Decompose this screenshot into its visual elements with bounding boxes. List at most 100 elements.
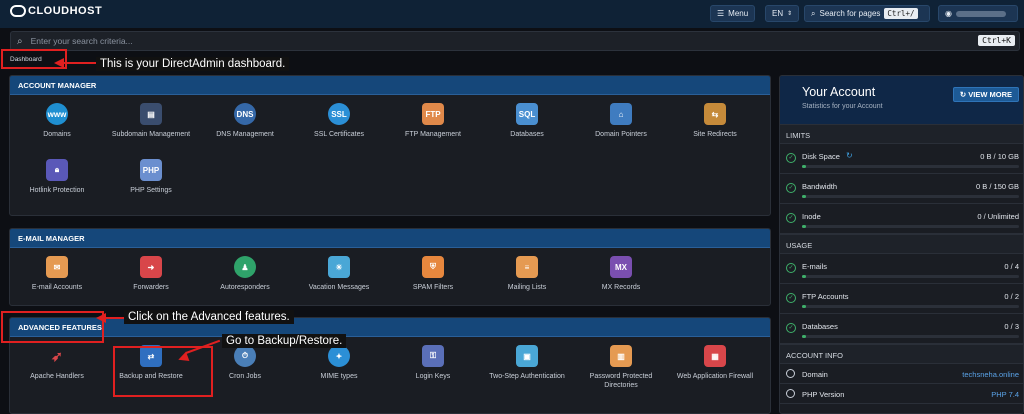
www-globe-icon: www [46,103,68,125]
tile-ssl-certificates[interactable]: SSL SSL Certificates [292,95,386,151]
shortcut-badge: Ctrl+/ [884,8,918,19]
account-subtitle: Statistics for your Account [802,103,883,110]
check-circle-icon: ✓ [786,323,796,333]
tile-apache-handlers[interactable]: ➶ Apache Handlers [10,337,104,393]
advanced-features-highlight [1,311,104,343]
info-row: PHP Version PHP 7.4 [780,384,1023,404]
php-icon [786,389,795,398]
check-circle-icon: ✓ [786,263,796,273]
robot-clock-icon: ⏱ [234,345,256,367]
arrow-icon: ↻ [959,90,969,99]
usage-name: FTP Accounts [802,292,849,301]
annotation-arrow-line [62,62,96,64]
usage-heading: USAGE [780,234,1023,254]
tile-autoresponders[interactable]: ♟ Autoresponders [198,248,292,304]
signpost-icon: ⇆ [704,103,726,125]
check-circle-icon: ✓ [786,183,796,193]
account-manager-panel: ACCOUNT MANAGER www Domains ▤ Subdomain Ma… [9,75,771,216]
hamburger-icon: ☰ [717,9,725,18]
spam-shield-icon: ⛨ [422,256,444,278]
tile-ftp-management[interactable]: FTP FTP Management [386,95,480,151]
user-menu-button[interactable]: ◉ [938,5,1018,22]
search-bar: ⌕ Ctrl+K [10,31,1020,51]
limit-value: 0 B / 10 GB [980,152,1019,161]
tile-php-settings[interactable]: PHP PHP Settings [104,151,198,207]
menu-button[interactable]: ☰ Menu [710,5,756,22]
chevron-updown-icon: ⇕ [787,11,793,17]
cloud-icon [10,5,26,17]
ftp-folder-icon: FTP [422,103,444,125]
tile-label: Databases [510,131,544,138]
tile-label: MX Records [601,284,641,291]
annotation-arrow-line [104,317,124,319]
tile-label: Domain Pointers [595,131,647,138]
limit-row: ✓ Disk Space ↻ 0 B / 10 GB [780,144,1023,174]
tile-domain-pointers[interactable]: ⌂ Domain Pointers [574,95,668,151]
tile-label: Two-Step Authentication [489,373,565,380]
tile-mx-records[interactable]: MX MX Records [574,248,668,304]
mail-list-icon: ≡ [516,256,538,278]
php-icon: PHP [140,159,162,181]
globe-icon [786,369,795,378]
tile-databases[interactable]: SQL Databases [480,95,574,151]
tile-label: Autoresponders [220,284,270,291]
account-manager-title: ACCOUNT MANAGER [10,76,770,95]
tile-label: Hotlink Protection [29,187,85,194]
tile-email-accounts[interactable]: ✉ E-mail Accounts [10,248,104,304]
tile-login-keys[interactable]: ⚿ Login Keys [386,337,480,393]
limit-row: ✓ Inode 0 / Unlimited [780,204,1023,234]
tile-two-step-authentication[interactable]: ▣ Two-Step Authentication [480,337,574,393]
tile-label: Vacation Messages [308,284,370,291]
tile-subdomain-management[interactable]: ▤ Subdomain Management [104,95,198,151]
limit-name: Bandwidth [802,182,838,191]
usage-bar [802,165,1019,168]
info-row: Domain techsneha.online [780,364,1023,384]
php-version-link[interactable]: PHP 7.4 [991,390,1019,399]
email-manager-panel: E-MAIL MANAGER ✉ E-mail Accounts ➜ Forward… [9,228,771,306]
search-pages-button[interactable]: ⌕ Search for pages Ctrl+/ [804,5,930,22]
tile-label: Web Application Firewall [676,373,754,380]
tile-forwarders[interactable]: ➜ Forwarders [104,248,198,304]
usage-value: 0 / 2 [1004,292,1019,301]
tile-hotlink-protection[interactable]: 🔒︎ Hotlink Protection [10,151,104,207]
search-input[interactable] [30,36,931,46]
tile-domains[interactable]: www Domains [10,95,104,151]
logo-text: CLOUDHOST [28,5,103,17]
monitor-pointer-icon: ⌂ [610,103,632,125]
backup-callout: Go to Backup/Restore. [222,334,347,348]
user-icon: ◉ [945,9,952,18]
view-more-label: VIEW MORE [968,90,1012,99]
logo[interactable]: CLOUDHOST [10,5,102,17]
domain-link[interactable]: techsneha.online [962,370,1019,379]
limit-row: ✓ Bandwidth 0 B / 150 GB [780,174,1023,204]
tile-label: FTP Management [405,131,461,138]
email-manager-title: E-MAIL MANAGER [10,229,770,248]
tile-password-protected-directories[interactable]: ▥ Password Protected Directories [574,337,668,393]
search-icon: ⌕ [17,35,23,47]
tile-vacation-messages[interactable]: ☀ Vacation Messages [292,248,386,304]
view-more-button[interactable]: ↻ VIEW MORE [952,87,1019,102]
limit-value: 0 / Unlimited [977,212,1019,221]
sql-icon: SQL [516,103,538,125]
limits-heading: LIMITS [780,124,1023,144]
tile-label: Cron Jobs [229,373,261,380]
refresh-icon[interactable]: ↻ [846,151,853,160]
tile-web-application-firewall[interactable]: ▦ Web Application Firewall [668,337,762,393]
tile-label: MIME types [320,373,358,380]
tile-site-redirects[interactable]: ⇆ Site Redirects [668,95,762,151]
dns-icon: DNS [234,103,256,125]
beach-screen-icon: ☀ [328,256,350,278]
limit-name: Disk Space [802,152,840,161]
tile-label: Domains [43,131,71,138]
info-name: Domain [802,370,828,379]
tile-label: Forwarders [133,284,169,291]
top-bar: CLOUDHOST ☰ Menu EN ⇕ ⌕ Search for pages… [0,0,1024,28]
menu-label: Menu [728,9,749,18]
tile-spam-filters[interactable]: ⛨ SPAM Filters [386,248,480,304]
tile-dns-management[interactable]: DNS DNS Management [198,95,292,151]
tile-mailing-lists[interactable]: ≡ Mailing Lists [480,248,574,304]
tile-label: PHP Settings [130,187,172,194]
tile-label: Subdomain Management [111,131,191,138]
dashboard-callout: This is your DirectAdmin dashboard. [96,57,290,71]
language-select[interactable]: EN ⇕ [765,5,800,22]
